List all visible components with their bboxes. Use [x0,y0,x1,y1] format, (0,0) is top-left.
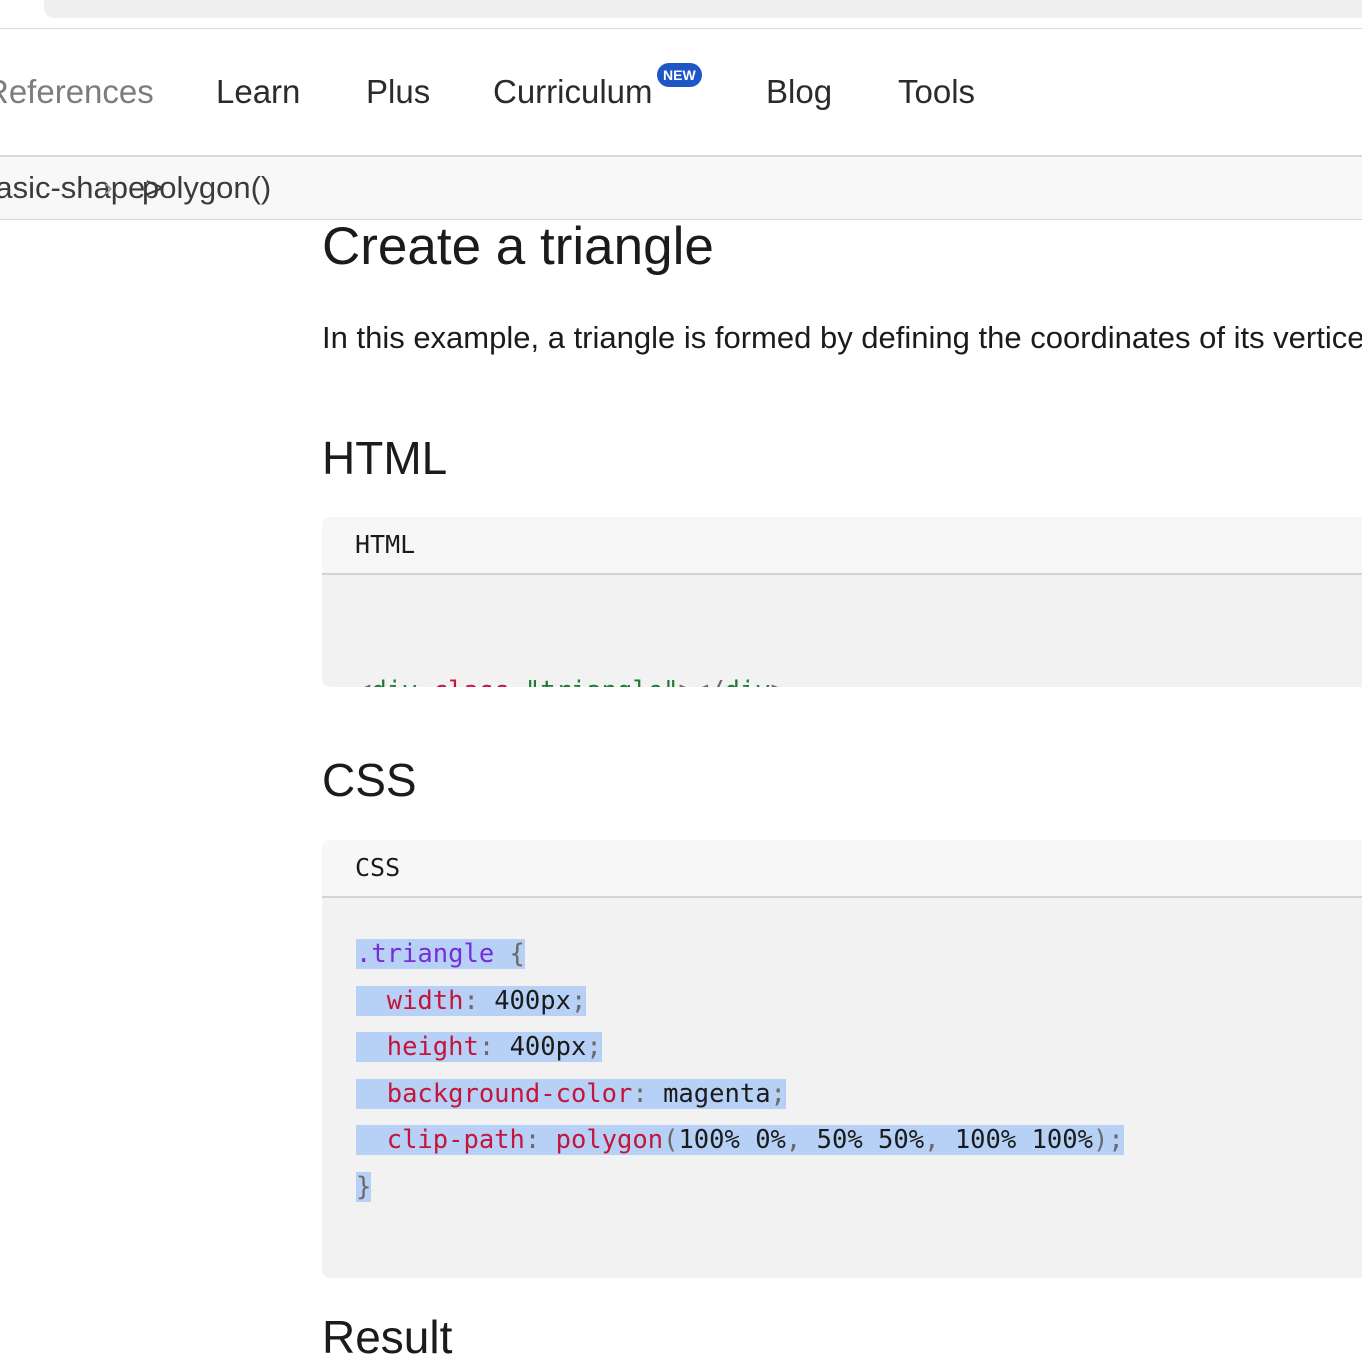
code-language-label: HTML [322,517,1362,575]
new-badge: NEW [657,63,702,87]
css-code-block: CSS .triangle { width: 400px; height: 40… [322,840,1362,1278]
browser-address-bar[interactable] [0,0,1362,29]
code-language-label: CSS [322,840,1362,898]
code-line: height: 400px; [356,1024,1362,1071]
code-line: background-color: magenta; [356,1071,1362,1118]
nav-item-tools[interactable]: Tools [898,73,975,111]
nav-item-curriculum[interactable]: Curriculum [493,73,653,111]
code-line: } [356,1171,372,1202]
breadcrumb-current[interactable]: polygon() [142,169,271,207]
nav-item-blog[interactable]: Blog [766,73,832,111]
nav-item-plus[interactable]: Plus [366,73,430,111]
breadcrumb-parent[interactable]: <basic-shape> [0,169,163,207]
intro-paragraph: In this example, a triangle is formed by… [322,320,1362,355]
code-line: clip-path: polygon(100% 0%, 50% 50%, 100… [356,1117,1362,1164]
nav-item-references[interactable]: References [0,73,154,111]
section-heading-create-triangle: Create a triangle [322,217,714,276]
top-navigation: References Learn Plus Curriculum NEW Blo… [0,29,1362,157]
nav-item-learn[interactable]: Learn [216,73,300,111]
code-line: <div class="triangle"></div> [356,635,1362,687]
url-field[interactable] [44,0,1362,18]
html-heading: HTML [322,432,448,484]
code-body[interactable]: <div class="triangle"></div> [322,575,1362,687]
code-body[interactable]: .triangle { width: 400px; height: 400px;… [322,898,1362,1278]
code-line: .triangle { [356,939,525,969]
chevron-right-icon: › [104,172,113,202]
html-code-block: HTML <div class="triangle"></div> [322,517,1362,687]
result-heading: Result [322,1311,453,1363]
code-line: width: 400px; [356,978,1362,1025]
css-heading: CSS [322,754,417,806]
breadcrumb: <basic-shape> › polygon() [0,157,1362,220]
